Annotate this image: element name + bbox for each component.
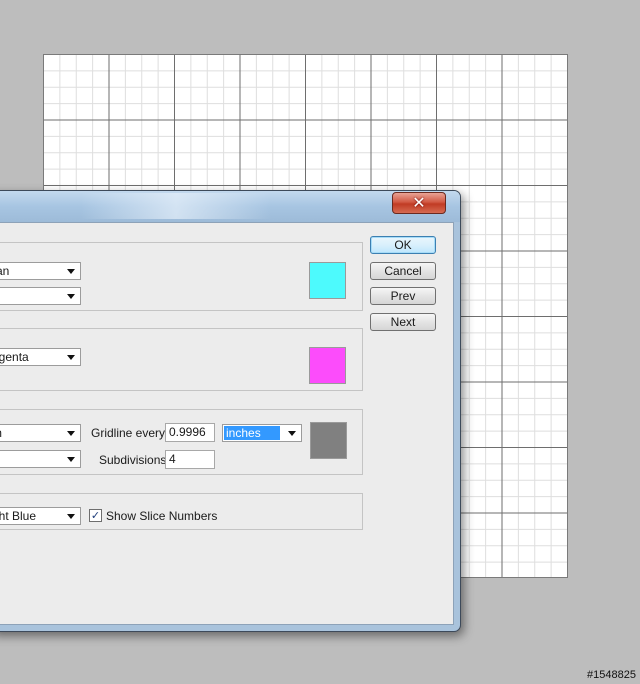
guides-color-swatch[interactable] bbox=[309, 262, 346, 299]
close-button[interactable]: ✕ bbox=[392, 192, 446, 214]
chevron-down-icon bbox=[67, 431, 75, 436]
prev-button[interactable]: Prev bbox=[370, 287, 436, 305]
guides-color-select[interactable]: ran bbox=[0, 262, 81, 280]
smart-guides-color-value: agenta bbox=[0, 350, 29, 364]
grid-units-value: inches bbox=[224, 426, 280, 440]
ok-button[interactable]: OK bbox=[370, 236, 436, 254]
cancel-button[interactable]: Cancel bbox=[370, 262, 436, 280]
dialog-client-area: ran agenta m bbox=[0, 222, 454, 625]
chevron-down-icon bbox=[67, 514, 75, 519]
grid-group: m Gridline every: 0.9996 inches Subdivis… bbox=[0, 409, 363, 475]
gridline-every-label: Gridline every: bbox=[91, 426, 169, 440]
chevron-down-icon bbox=[67, 355, 75, 360]
grid-style-select[interactable] bbox=[0, 450, 81, 468]
watermark-text: #1548825 bbox=[587, 669, 636, 681]
grid-color-swatch[interactable] bbox=[310, 422, 347, 459]
chevron-down-icon bbox=[67, 294, 75, 299]
chevron-down-icon bbox=[288, 431, 296, 436]
slices-group: ght Blue ✓ Show Slice Numbers bbox=[0, 493, 363, 530]
show-slice-numbers-checkbox[interactable]: ✓ bbox=[89, 509, 102, 522]
show-slice-numbers-label[interactable]: Show Slice Numbers bbox=[106, 509, 217, 523]
slice-line-color-value: ght Blue bbox=[0, 509, 37, 523]
next-button[interactable]: Next bbox=[370, 313, 436, 331]
titlebar-glow bbox=[81, 193, 271, 219]
chevron-down-icon bbox=[67, 457, 75, 462]
smart-guides-color-select[interactable]: agenta bbox=[0, 348, 81, 366]
grid-color-select[interactable]: m bbox=[0, 424, 81, 442]
guides-style-select[interactable] bbox=[0, 287, 81, 305]
smart-guides-color-swatch[interactable] bbox=[309, 347, 346, 384]
preferences-dialog: ✕ ran agenta m bbox=[0, 190, 461, 632]
gridline-every-input[interactable]: 0.9996 bbox=[165, 423, 215, 442]
dialog-titlebar[interactable]: ✕ bbox=[0, 191, 460, 222]
chevron-down-icon bbox=[67, 269, 75, 274]
guides-color-value: ran bbox=[0, 264, 10, 278]
guides-group: ran bbox=[0, 242, 363, 311]
grid-color-value: m bbox=[0, 425, 2, 441]
subdivisions-label: Subdivisions: bbox=[99, 453, 170, 467]
smart-guides-group: agenta bbox=[0, 328, 363, 391]
slice-line-color-select[interactable]: ght Blue bbox=[0, 507, 81, 525]
subdivisions-input[interactable]: 4 bbox=[165, 450, 215, 469]
grid-units-select[interactable]: inches bbox=[222, 424, 302, 442]
